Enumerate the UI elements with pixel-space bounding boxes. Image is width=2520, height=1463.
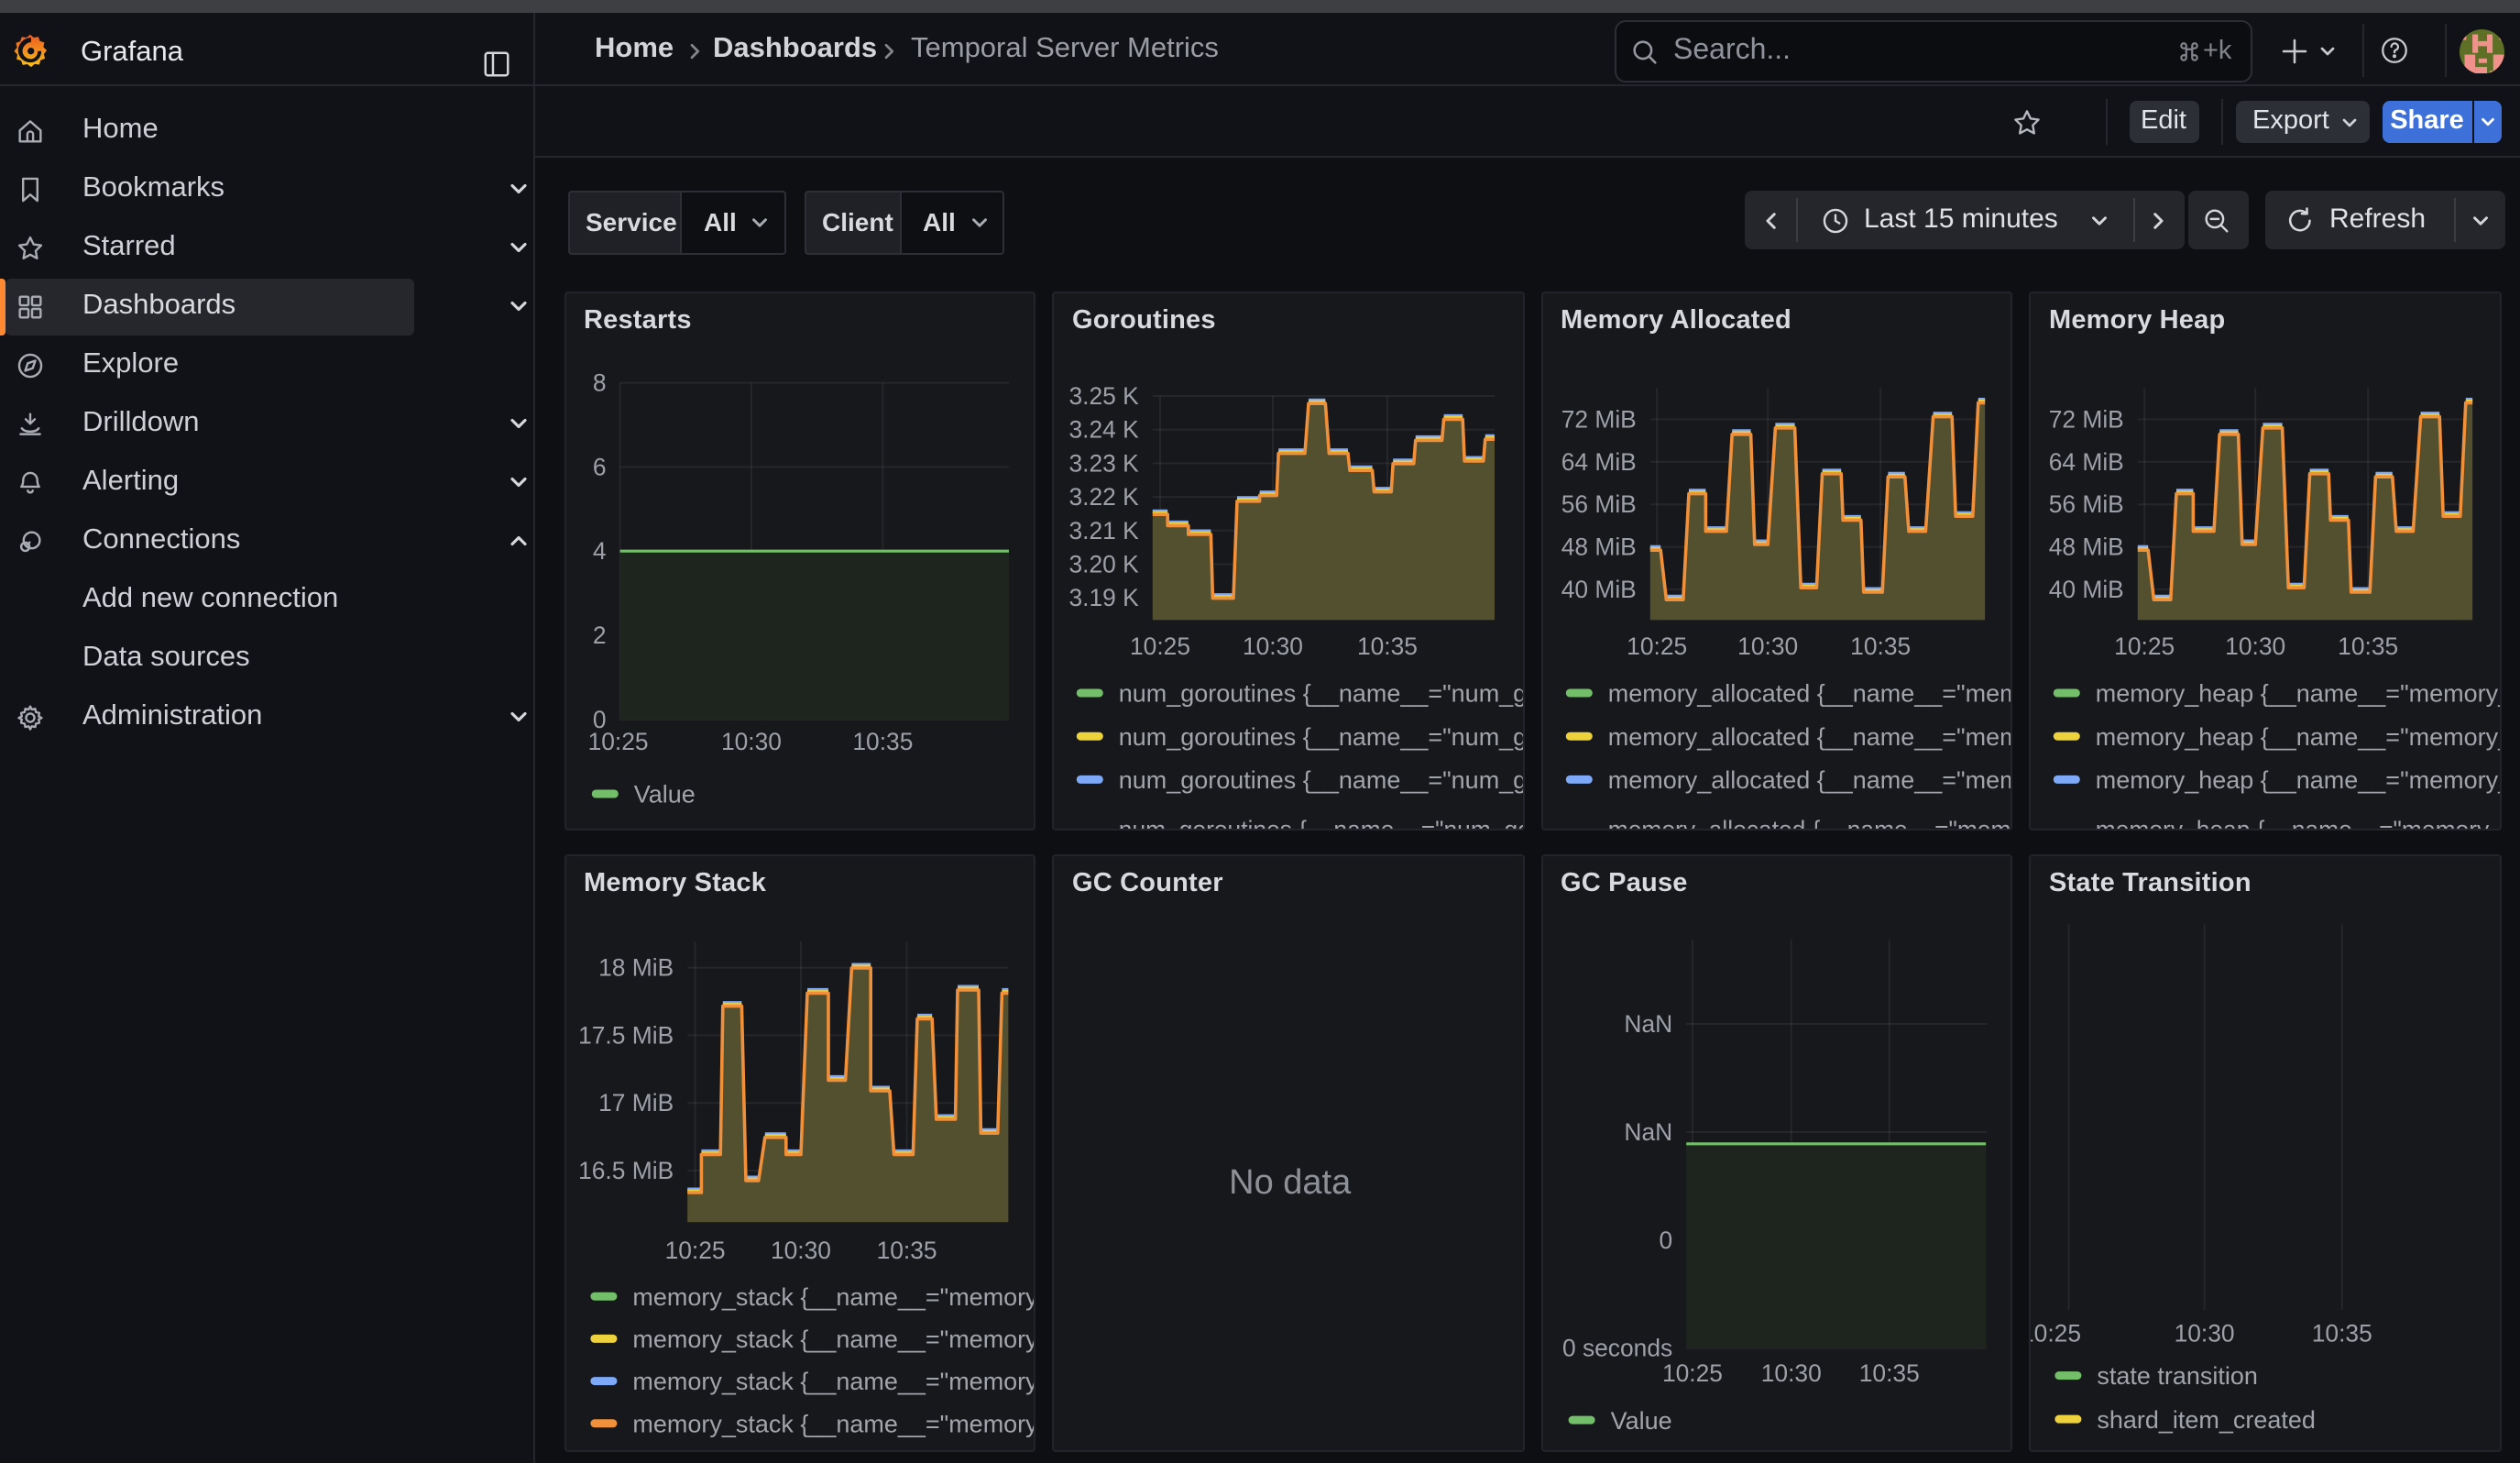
svg-text:num_goroutines {__name__="num_: num_goroutines {__name__="num_goroutines… xyxy=(1119,765,1525,793)
svg-text:10:25: 10:25 xyxy=(587,727,648,754)
svg-text:10:30: 10:30 xyxy=(2175,1318,2235,1346)
svg-text:48 MiB: 48 MiB xyxy=(2049,533,2124,560)
svg-text:17 MiB: 17 MiB xyxy=(597,1088,673,1116)
svg-text:56 MiB: 56 MiB xyxy=(2049,490,2124,517)
svg-text:64 MiB: 64 MiB xyxy=(2049,447,2124,475)
svg-text:memory_stack {__name__="memory: memory_stack {__name__="memory_stack",in xyxy=(631,1409,1035,1436)
svg-text:10:35: 10:35 xyxy=(876,1236,937,1263)
svg-text:2: 2 xyxy=(592,621,606,648)
svg-text:memory_stack {__name__="memory: memory_stack {__name__="memory_stack",in xyxy=(631,1282,1035,1310)
svg-text:10:30: 10:30 xyxy=(1737,632,1797,659)
svg-text:40 MiB: 40 MiB xyxy=(2049,575,2124,602)
svg-text:memory_allocated {__name__="me: memory_allocated {__name__="memory_alloc… xyxy=(1607,722,2013,750)
svg-text:num_goroutines {__name__="num_: num_goroutines {__name__="num_goroutines… xyxy=(1119,722,1525,750)
svg-text:4: 4 xyxy=(592,536,606,564)
svg-text:10:35: 10:35 xyxy=(1849,632,1910,659)
svg-text:10:35: 10:35 xyxy=(851,727,912,754)
svg-text:48 MiB: 48 MiB xyxy=(1561,533,1636,560)
svg-text:memory_allocated {__name__="me: memory_allocated {__name__="memory_alloc… xyxy=(1607,765,2013,793)
svg-text:10:25: 10:25 xyxy=(664,1236,725,1263)
svg-text:6: 6 xyxy=(592,452,606,479)
svg-text:Value: Value xyxy=(633,780,695,808)
svg-text:10:25: 10:25 xyxy=(1130,632,1190,659)
svg-text:10:35: 10:35 xyxy=(1357,632,1418,659)
svg-text:72 MiB: 72 MiB xyxy=(1561,404,1636,432)
svg-text:memory_heap {__name__="memory_: memory_heap {__name__="memory_heap",inst xyxy=(2096,679,2502,707)
svg-text:3.20 K: 3.20 K xyxy=(1069,549,1140,577)
svg-text:10:25: 10:25 xyxy=(2114,632,2175,659)
svg-text:memory_allocated {__name__="me: memory_allocated {__name__="memory_alloc… xyxy=(1607,679,2013,707)
svg-text:10:25: 10:25 xyxy=(2031,1318,2081,1346)
svg-text:NaN: NaN xyxy=(1623,1117,1671,1145)
svg-text:memory_heap {__name__="memory_: memory_heap {__name__="memory_heap",inst xyxy=(2096,722,2502,750)
svg-text:memory_heap {__name__="memory_: memory_heap {__name__="memory_heap",inst xyxy=(2096,815,2502,830)
svg-text:0 seconds: 0 seconds xyxy=(1561,1334,1671,1361)
svg-text:shard_item_created: shard_item_created xyxy=(2097,1405,2316,1433)
svg-text:state transition: state transition xyxy=(2097,1361,2258,1389)
svg-text:40 MiB: 40 MiB xyxy=(1561,575,1636,602)
svg-text:num_goroutines {__name__="num_: num_goroutines {__name__="num_goroutines… xyxy=(1119,815,1525,830)
svg-text:10:25: 10:25 xyxy=(1626,632,1686,659)
svg-text:3.21 K: 3.21 K xyxy=(1069,516,1140,544)
svg-text:memory_stack {__name__="memory: memory_stack {__name__="memory_stack",in xyxy=(631,1367,1035,1394)
svg-text:64 MiB: 64 MiB xyxy=(1561,447,1636,475)
svg-text:10:30: 10:30 xyxy=(770,1236,830,1263)
svg-text:17.5 MiB: 17.5 MiB xyxy=(577,1020,673,1048)
svg-text:16.5 MiB: 16.5 MiB xyxy=(577,1156,673,1183)
svg-text:10:30: 10:30 xyxy=(2225,632,2285,659)
svg-text:0: 0 xyxy=(1659,1226,1672,1253)
svg-text:3.19 K: 3.19 K xyxy=(1069,583,1140,610)
svg-text:10:30: 10:30 xyxy=(720,727,781,754)
svg-text:memory_allocated {__name__="me: memory_allocated {__name__="memory_alloc… xyxy=(1607,815,2013,830)
svg-text:8: 8 xyxy=(592,368,606,396)
svg-text:10:30: 10:30 xyxy=(1243,632,1303,659)
svg-text:3.22 K: 3.22 K xyxy=(1069,482,1140,510)
svg-text:3.23 K: 3.23 K xyxy=(1069,448,1140,476)
svg-text:18 MiB: 18 MiB xyxy=(597,953,673,981)
svg-text:10:30: 10:30 xyxy=(1760,1358,1821,1386)
svg-text:Value: Value xyxy=(1610,1406,1671,1434)
svg-text:memory_stack {__name__="memory: memory_stack {__name__="memory_stack",in xyxy=(631,1325,1035,1352)
svg-text:3.24 K: 3.24 K xyxy=(1069,415,1140,443)
svg-text:NaN: NaN xyxy=(1623,1009,1671,1037)
svg-text:10:35: 10:35 xyxy=(1858,1358,1919,1386)
svg-text:10:35: 10:35 xyxy=(2312,1318,2372,1346)
svg-text:num_goroutines {__name__="num_: num_goroutines {__name__="num_goroutines… xyxy=(1119,679,1525,707)
svg-text:memory_heap {__name__="memory_: memory_heap {__name__="memory_heap",inst xyxy=(2096,765,2502,793)
svg-text:56 MiB: 56 MiB xyxy=(1561,490,1636,517)
svg-text:10:25: 10:25 xyxy=(1661,1358,1722,1386)
svg-text:10:35: 10:35 xyxy=(2338,632,2398,659)
svg-text:3.25 K: 3.25 K xyxy=(1069,381,1140,409)
svg-text:72 MiB: 72 MiB xyxy=(2049,404,2124,432)
